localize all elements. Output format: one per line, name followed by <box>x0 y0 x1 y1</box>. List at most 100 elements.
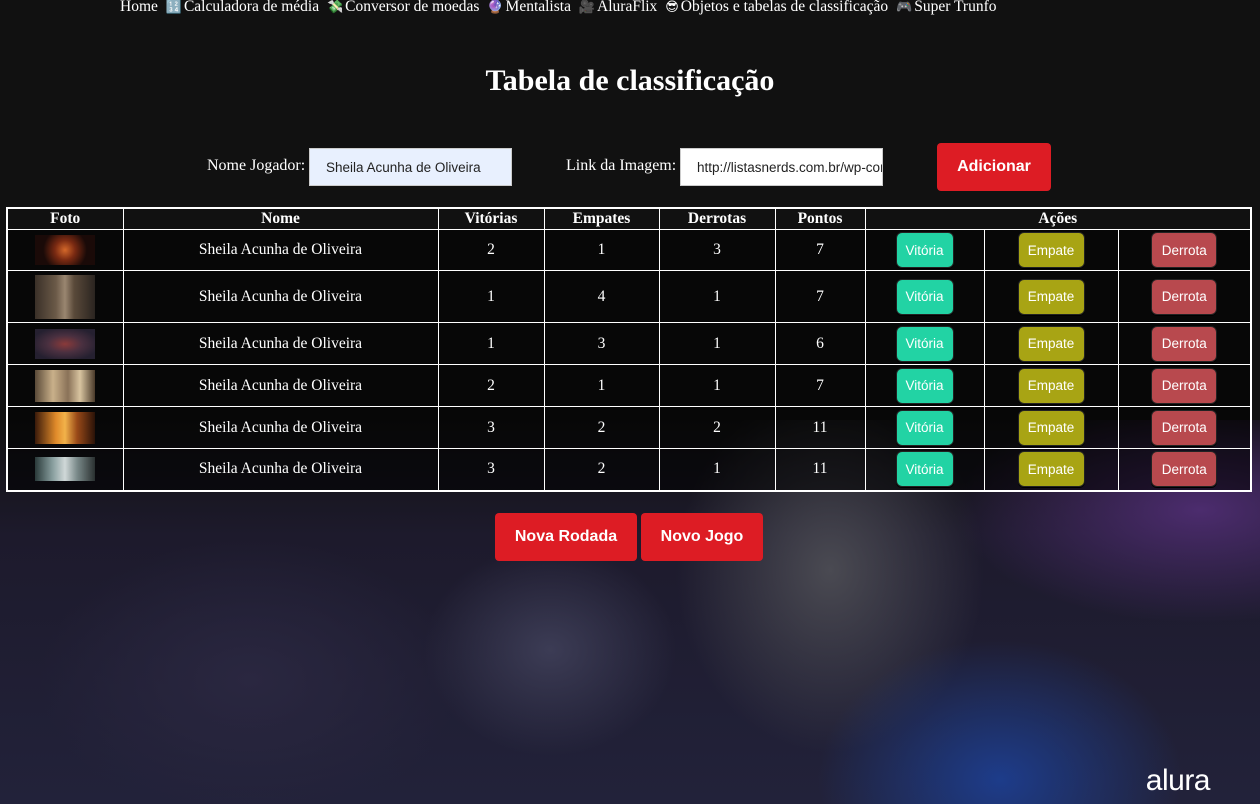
draws-cell: 4 <box>543 270 660 323</box>
loss-button[interactable]: Derrota <box>1151 409 1218 446</box>
loss-action-cell: Derrota <box>1117 229 1252 271</box>
loss-button[interactable]: Derrota <box>1151 232 1218 268</box>
losses-cell: 3 <box>658 229 776 271</box>
nav-link-objetos-tabelas[interactable]: 😎 Objetos e tabelas de classificação <box>665 0 888 15</box>
points-cell: 11 <box>774 448 866 491</box>
draws-cell: 1 <box>543 229 660 271</box>
draw-button[interactable]: Empate <box>1017 409 1085 446</box>
top-nav: Home 🔢 Calculadora de média 💸 Conversor de… <box>118 0 1001 18</box>
nav-label: Super Trunfo <box>914 0 997 15</box>
table-row: Sheila Acunha de Oliveira 3 2 2 11 Vitór… <box>6 406 1252 449</box>
photo-cell <box>6 406 124 449</box>
new-game-button[interactable]: Novo Jogo <box>641 513 763 561</box>
win-action-cell: Vitória <box>864 406 985 449</box>
draws-cell: 3 <box>543 322 660 365</box>
loss-action-cell: Derrota <box>1117 322 1252 365</box>
nav-label: AluraFlix <box>597 0 658 15</box>
numbers-icon: 🔢 <box>165 0 182 15</box>
nav-link-conversor[interactable]: 💸 Conversor de moedas <box>327 0 480 15</box>
win-button[interactable]: Vitória <box>895 325 954 362</box>
player-name: Sheila Acunha de Oliveira <box>122 229 439 271</box>
draw-button[interactable]: Empate <box>1017 232 1085 268</box>
losses-cell: 1 <box>658 448 776 491</box>
win-button[interactable]: Vitória <box>895 232 954 268</box>
draw-action-cell: Empate <box>983 364 1119 407</box>
win-action-cell: Vitória <box>864 270 985 323</box>
losses-cell: 1 <box>658 270 776 323</box>
player-name-label: Nome Jogador: <box>207 157 306 174</box>
header-nome: Nome <box>122 207 439 230</box>
nav-link-mentalista[interactable]: 🔮 Mentalista <box>487 0 571 15</box>
player-name: Sheila Acunha de Oliveira <box>122 364 439 407</box>
nav-label: Mentalista <box>505 0 571 15</box>
new-round-button[interactable]: Nova Rodada <box>495 513 637 561</box>
player-photo <box>35 235 96 265</box>
header-vitorias: Vitórias <box>437 207 545 230</box>
player-name: Sheila Acunha de Oliveira <box>122 406 439 449</box>
sunglasses-face-icon: 😎 <box>665 0 679 15</box>
money-wings-icon: 💸 <box>326 0 344 15</box>
loss-button[interactable]: Derrota <box>1151 278 1218 315</box>
win-action-cell: Vitória <box>864 322 985 365</box>
image-link-input[interactable] <box>680 148 883 186</box>
player-photo <box>35 328 96 359</box>
table-header-row: Foto Nome Vitórias Empates Derrotas Pont… <box>6 207 1252 230</box>
draw-button[interactable]: Empate <box>1017 325 1085 362</box>
player-photo <box>35 411 96 444</box>
draws-cell: 2 <box>543 448 660 491</box>
movie-camera-icon: 🎥 <box>578 0 596 15</box>
win-button[interactable]: Vitória <box>895 278 954 315</box>
points-cell: 11 <box>774 406 866 449</box>
player-photo <box>35 274 96 319</box>
nav-link-super-trunfo[interactable]: 🎮 Super Trunfo <box>896 0 996 15</box>
loss-button[interactable]: Derrota <box>1151 451 1218 488</box>
losses-cell: 1 <box>658 364 776 407</box>
draw-button[interactable]: Empate <box>1017 451 1085 488</box>
draw-action-cell: Empate <box>983 322 1119 365</box>
losses-cell: 2 <box>658 406 776 449</box>
loss-button[interactable]: Derrota <box>1151 325 1218 362</box>
loss-button[interactable]: Derrota <box>1151 367 1218 404</box>
page-title: Tabela de classificação <box>485 64 775 97</box>
player-photo <box>35 457 96 482</box>
table-row: Sheila Acunha de Oliveira 2 1 3 7 Vitóri… <box>6 229 1252 271</box>
photo-cell <box>6 364 124 407</box>
points-cell: 6 <box>774 322 866 365</box>
draw-button[interactable]: Empate <box>1017 278 1085 315</box>
player-name: Sheila Acunha de Oliveira <box>122 322 439 365</box>
alura-logo: alura <box>1145 764 1211 797</box>
player-name: Sheila Acunha de Oliveira <box>122 448 439 491</box>
player-name-input[interactable] <box>309 148 512 186</box>
nav-link-calculadora[interactable]: 🔢 Calculadora de média <box>166 0 319 15</box>
photo-cell <box>6 448 124 491</box>
win-button[interactable]: Vitória <box>895 451 954 488</box>
wins-cell: 1 <box>437 270 545 323</box>
draws-cell: 1 <box>543 364 660 407</box>
header-derrotas: Derrotas <box>658 207 776 230</box>
losses-cell: 1 <box>658 322 776 365</box>
player-name: Sheila Acunha de Oliveira <box>122 270 439 323</box>
points-cell: 7 <box>774 270 866 323</box>
table-row: Sheila Acunha de Oliveira 2 1 1 7 Vitóri… <box>6 364 1252 407</box>
win-action-cell: Vitória <box>864 448 985 491</box>
loss-action-cell: Derrota <box>1117 406 1252 449</box>
wins-cell: 3 <box>437 406 545 449</box>
nav-label: Calculadora de média <box>183 0 320 15</box>
player-photo <box>35 369 96 402</box>
win-action-cell: Vitória <box>864 229 985 271</box>
win-button[interactable]: Vitória <box>895 367 954 404</box>
draw-button[interactable]: Empate <box>1017 367 1085 404</box>
win-button[interactable]: Vitória <box>895 409 954 446</box>
image-link-label: Link da Imagem: <box>566 157 677 174</box>
nav-link-home[interactable]: Home <box>118 0 158 15</box>
nav-link-aluraflix[interactable]: 🎥 AluraFlix <box>579 0 657 15</box>
header-foto: Foto <box>6 207 124 230</box>
add-player-button[interactable]: Adicionar <box>937 143 1051 191</box>
points-cell: 7 <box>774 364 866 407</box>
draw-action-cell: Empate <box>983 270 1119 323</box>
photo-cell <box>6 229 124 271</box>
draw-action-cell: Empate <box>983 448 1119 491</box>
header-acoes: Ações <box>864 207 1252 230</box>
table-row: Sheila Acunha de Oliveira 3 2 1 11 Vitór… <box>6 448 1252 491</box>
crystal-ball-icon: 🔮 <box>487 0 504 15</box>
